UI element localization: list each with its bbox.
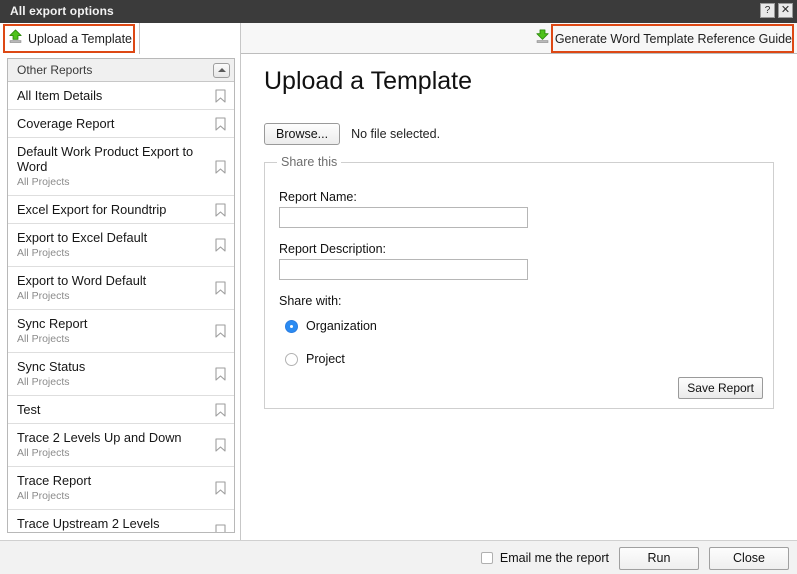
tab-strip-filler: [140, 23, 241, 54]
dialog-footer: Email me the report Run Close: [0, 540, 797, 574]
panel-title: Other Reports: [17, 63, 92, 77]
bookmark-icon[interactable]: [215, 524, 226, 533]
upload-arrow-icon: [8, 29, 23, 49]
checkbox-box[interactable]: [481, 552, 493, 564]
bookmark-icon[interactable]: [215, 438, 226, 452]
radio-organization[interactable]: Organization: [285, 319, 377, 333]
report-item-scope: All Projects: [17, 489, 225, 503]
page-title: Upload a Template: [264, 67, 472, 96]
report-item-name: Coverage Report: [17, 116, 225, 131]
report-item-name: Trace Upstream 2 Levels: [17, 516, 225, 531]
report-item-scope: All Projects: [17, 446, 225, 460]
share-with-label: Share with:: [279, 294, 342, 308]
radio-project[interactable]: Project: [285, 352, 345, 366]
radio-organization-label: Organization: [306, 319, 377, 333]
footer-actions: Email me the report Run Close: [481, 541, 789, 574]
email-me-the-report-label: Email me the report: [500, 551, 609, 565]
report-item-name: Excel Export for Roundtrip: [17, 202, 225, 217]
report-list-item[interactable]: Trace ReportAll Projects: [8, 467, 234, 510]
save-report-button[interactable]: Save Report: [678, 377, 763, 399]
report-name-label: Report Name:: [279, 190, 357, 204]
radio-project-dot[interactable]: [285, 353, 298, 366]
help-icon[interactable]: ?: [760, 3, 775, 18]
report-list-item[interactable]: Default Work Product Export to WordAll P…: [8, 138, 234, 196]
report-item-name: Default Work Product Export to Word: [17, 144, 225, 174]
bookmark-icon[interactable]: [215, 481, 226, 495]
close-icon[interactable]: ✕: [778, 3, 793, 18]
bookmark-icon[interactable]: [215, 324, 226, 338]
bookmark-icon[interactable]: [215, 203, 226, 217]
browse-button[interactable]: Browse...: [264, 123, 340, 145]
bookmark-icon[interactable]: [215, 367, 226, 381]
share-this-legend: Share this: [277, 155, 341, 169]
download-arrow-icon: [535, 29, 550, 49]
bookmark-icon[interactable]: [215, 89, 226, 103]
report-list-item[interactable]: Export to Excel DefaultAll Projects: [8, 224, 234, 267]
report-item-name: Sync Status: [17, 359, 225, 374]
report-item-name: Trace Report: [17, 473, 225, 488]
report-item-scope: All Projects: [17, 375, 225, 389]
report-list-item[interactable]: Test: [8, 396, 234, 424]
radio-project-label: Project: [306, 352, 345, 366]
report-list-item[interactable]: Sync ReportAll Projects: [8, 310, 234, 353]
window-controls: ? ✕: [760, 3, 793, 18]
bookmark-icon[interactable]: [215, 160, 226, 174]
report-item-scope: All Projects: [17, 175, 225, 189]
report-list-item[interactable]: Export to Word DefaultAll Projects: [8, 267, 234, 310]
report-item-scope: All Projects: [17, 332, 225, 346]
caret-up-shape: [218, 68, 226, 72]
report-list-item[interactable]: Excel Export for Roundtrip: [8, 196, 234, 224]
report-list-item[interactable]: Trace Upstream 2 LevelsAll Projects: [8, 510, 234, 533]
reports-sidebar: Other Reports All Item Details Coverage R…: [0, 54, 241, 540]
report-list: All Item Details Coverage Report Default W…: [8, 82, 234, 533]
report-item-name: Sync Report: [17, 316, 225, 331]
close-button[interactable]: Close: [709, 547, 789, 570]
radio-organization-dot[interactable]: [285, 320, 298, 333]
report-name-input[interactable]: [279, 207, 528, 228]
other-reports-panel: Other Reports All Item Details Coverage R…: [7, 58, 235, 533]
main-content: Upload a Template Browse... No file sele…: [242, 54, 797, 540]
report-list-item[interactable]: Sync StatusAll Projects: [8, 353, 234, 396]
export-options-dialog: All export options ? ✕ Upload a Template: [0, 0, 797, 574]
report-item-scope: All Projects: [17, 289, 225, 303]
report-description-label: Report Description:: [279, 242, 386, 256]
report-item-scope: All Projects: [17, 246, 225, 260]
tab-strip: Upload a Template Generate Word Template…: [0, 23, 797, 54]
tab-upload-a-template[interactable]: Upload a Template: [0, 23, 140, 54]
file-chooser-row: Browse... No file selected.: [264, 123, 440, 145]
report-item-name: Export to Word Default: [17, 273, 225, 288]
window-title: All export options: [10, 4, 114, 18]
run-button[interactable]: Run: [619, 547, 699, 570]
share-this-fieldset: Share this Report Name: Report Descripti…: [264, 155, 774, 409]
generate-guide-label: Generate Word Template Reference Guide: [555, 32, 792, 46]
report-item-name: Trace 2 Levels Up and Down: [17, 430, 225, 445]
other-reports-header[interactable]: Other Reports: [8, 59, 234, 82]
bookmark-icon[interactable]: [215, 238, 226, 252]
bookmark-icon[interactable]: [215, 281, 226, 295]
bookmark-icon[interactable]: [215, 117, 226, 131]
email-me-the-report-checkbox[interactable]: Email me the report: [481, 551, 609, 565]
report-item-name: All Item Details: [17, 88, 225, 103]
report-list-item[interactable]: Trace 2 Levels Up and DownAll Projects: [8, 424, 234, 467]
generate-word-template-reference-guide-button[interactable]: Generate Word Template Reference Guide: [535, 28, 792, 49]
chevron-up-icon[interactable]: [213, 63, 230, 78]
report-description-input[interactable]: [279, 259, 528, 280]
report-list-item[interactable]: All Item Details: [8, 82, 234, 110]
report-list-item[interactable]: Coverage Report: [8, 110, 234, 138]
window-titlebar: All export options ? ✕: [0, 0, 797, 23]
bookmark-icon[interactable]: [215, 403, 226, 417]
file-status-text: No file selected.: [351, 127, 440, 141]
tab-label: Upload a Template: [28, 32, 132, 46]
report-item-scope: All Projects: [17, 532, 225, 533]
report-item-name: Test: [17, 402, 225, 417]
report-item-name: Export to Excel Default: [17, 230, 225, 245]
